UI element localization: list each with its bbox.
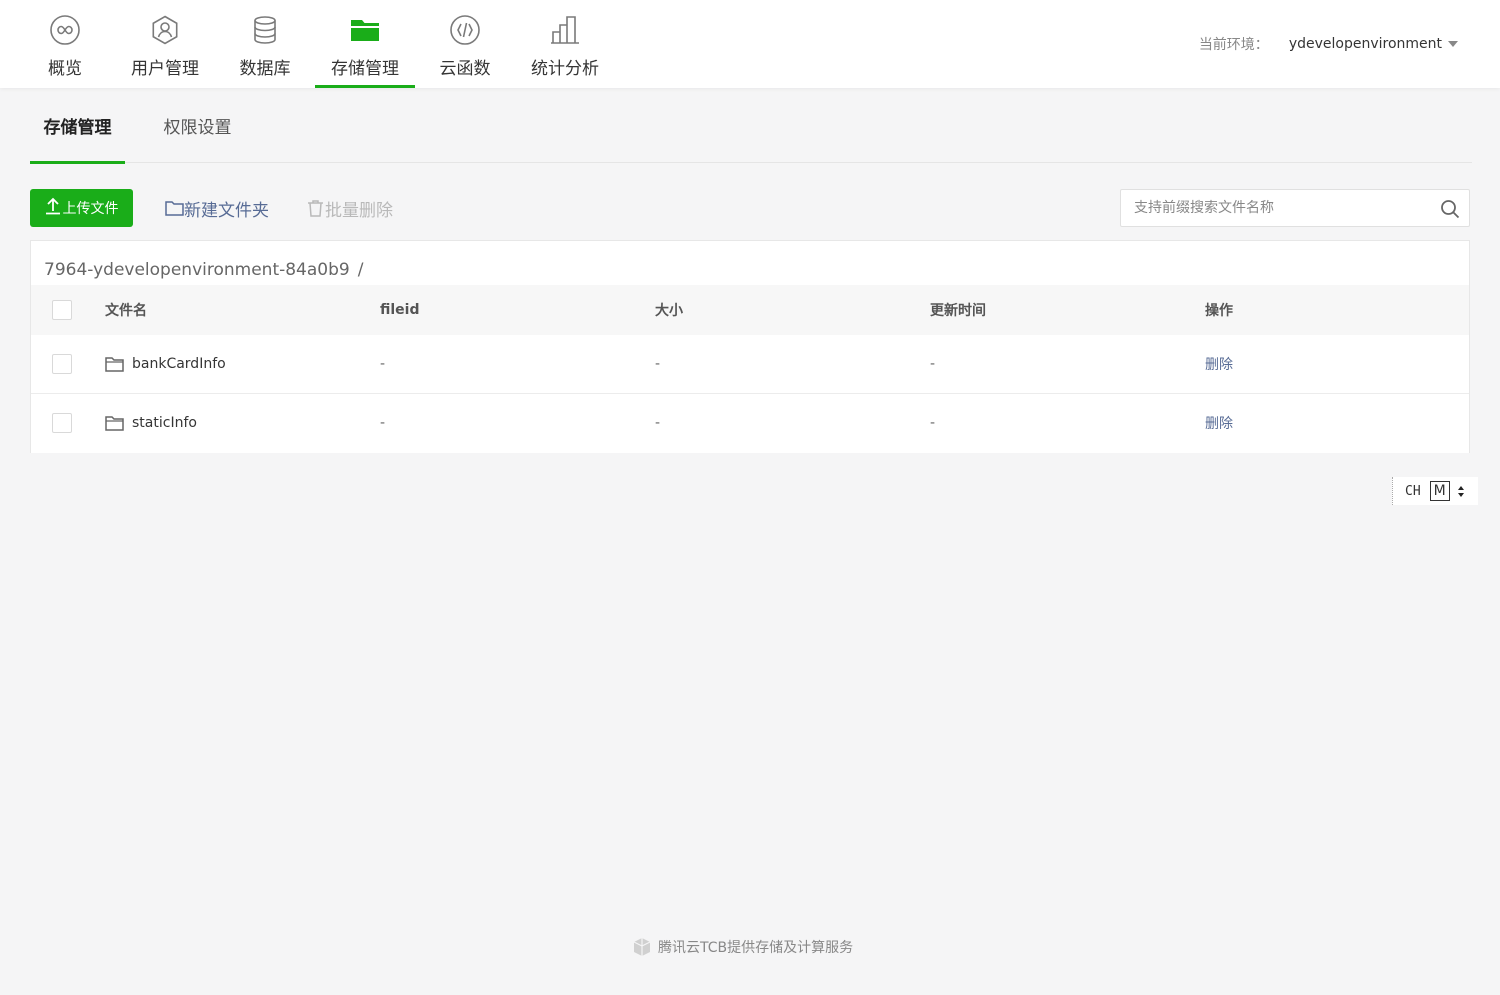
nav-label-user-management: 用户管理 xyxy=(131,59,199,79)
nav-item-storage[interactable]: 存储管理 xyxy=(315,0,415,88)
environment-selector[interactable]: 当前环境： ydevelopenvironment xyxy=(1199,34,1458,54)
folder-icon xyxy=(348,13,382,47)
sub-tabs: 存储管理 权限设置 xyxy=(30,88,1472,164)
nav-item-user-management[interactable]: 用户管理 xyxy=(115,0,215,88)
column-header-fileid: fileid xyxy=(380,302,420,318)
file-name-cell[interactable]: staticInfo xyxy=(105,394,197,452)
trash-icon xyxy=(306,199,325,217)
upload-file-button[interactable]: 上传文件 xyxy=(30,189,133,227)
ime-language[interactable]: CH xyxy=(1405,484,1421,499)
batch-delete-label: 批量删除 xyxy=(325,200,393,221)
user-icon xyxy=(148,13,182,47)
file-name[interactable]: bankCardInfo xyxy=(132,356,226,372)
bar-chart-icon xyxy=(548,13,582,47)
nav-label-storage: 存储管理 xyxy=(331,59,399,79)
ime-toolbar[interactable]: CH M xyxy=(1392,477,1478,505)
tab-permission-settings[interactable]: 权限设置 xyxy=(150,88,245,163)
fileid-cell: - xyxy=(380,415,386,431)
file-table-panel: 7964-ydevelopenvironment-84a0b9 / 文件名 fi… xyxy=(30,240,1470,453)
breadcrumb: 7964-ydevelopenvironment-84a0b9 / xyxy=(44,260,363,280)
nav-label-cloud-functions: 云函数 xyxy=(439,59,491,79)
folder-icon xyxy=(105,415,124,431)
search-icon[interactable] xyxy=(1440,199,1460,219)
environment-label: 当前环境： xyxy=(1198,37,1269,53)
column-header-updated: 更新时间 xyxy=(930,303,986,319)
nav-item-overview[interactable]: 概览 xyxy=(15,0,115,88)
row-checkbox[interactable] xyxy=(52,354,72,374)
search-box xyxy=(1120,189,1470,227)
upload-file-label: 上传文件 xyxy=(62,201,119,217)
batch-delete-button[interactable]: 批量删除 xyxy=(306,196,393,221)
tencent-cloud-logo-icon xyxy=(632,937,658,957)
select-all-checkbox[interactable] xyxy=(52,300,72,320)
table-header: 文件名 fileid 大小 更新时间 操作 xyxy=(31,285,1469,335)
new-folder-label: 新建文件夹 xyxy=(184,200,269,221)
nav-label-database: 数据库 xyxy=(239,59,291,79)
nav-item-cloud-functions[interactable]: 云函数 xyxy=(415,0,515,88)
caret-down-icon[interactable] xyxy=(1448,41,1458,47)
database-icon xyxy=(248,13,282,47)
search-input[interactable] xyxy=(1121,190,1431,226)
column-header-actions: 操作 xyxy=(1205,303,1233,319)
updated-cell: - xyxy=(930,356,936,372)
footer-text: 腾讯云TCB提供存储及计算服务 xyxy=(658,940,854,956)
environment-value[interactable]: ydevelopenvironment xyxy=(1289,36,1442,52)
nav-item-database[interactable]: 数据库 xyxy=(215,0,315,88)
table-row: bankCardInfo - - - 删除 xyxy=(31,335,1469,394)
table-row: staticInfo - - - 删除 xyxy=(31,394,1469,453)
breadcrumb-root[interactable]: 7964-ydevelopenvironment-84a0b9 xyxy=(44,260,350,280)
folder-outline-icon xyxy=(165,200,184,216)
column-header-size: 大小 xyxy=(655,303,683,319)
ime-menu-arrows-icon[interactable] xyxy=(1457,485,1464,497)
nav-label-analytics: 统计分析 xyxy=(531,59,599,79)
updated-cell: - xyxy=(930,415,936,431)
size-cell: - xyxy=(655,356,661,372)
top-navigation: 概览 用户管理 数据库 存储管理 云函数 统计分析 当前环境： ydevelop… xyxy=(0,0,1500,88)
row-checkbox[interactable] xyxy=(52,413,72,433)
nav-item-analytics[interactable]: 统计分析 xyxy=(515,0,615,88)
delete-link[interactable]: 删除 xyxy=(1205,335,1233,393)
upload-icon xyxy=(45,197,63,219)
code-icon xyxy=(448,13,482,47)
new-folder-button[interactable]: 新建文件夹 xyxy=(165,196,269,221)
nav-label-overview: 概览 xyxy=(48,59,82,79)
size-cell: - xyxy=(655,415,661,431)
breadcrumb-separator: / xyxy=(357,260,364,280)
delete-link[interactable]: 删除 xyxy=(1205,394,1233,452)
folder-icon xyxy=(105,356,124,372)
infinity-icon xyxy=(48,13,82,47)
footer: 腾讯云TCB提供存储及计算服务 xyxy=(632,937,853,957)
fileid-cell: - xyxy=(380,356,386,372)
file-name-cell[interactable]: bankCardInfo xyxy=(105,335,226,393)
ime-mode[interactable]: M xyxy=(1429,481,1450,501)
tab-storage-management[interactable]: 存储管理 xyxy=(30,88,125,164)
file-name[interactable]: staticInfo xyxy=(132,415,197,431)
column-header-name: 文件名 xyxy=(105,303,147,319)
